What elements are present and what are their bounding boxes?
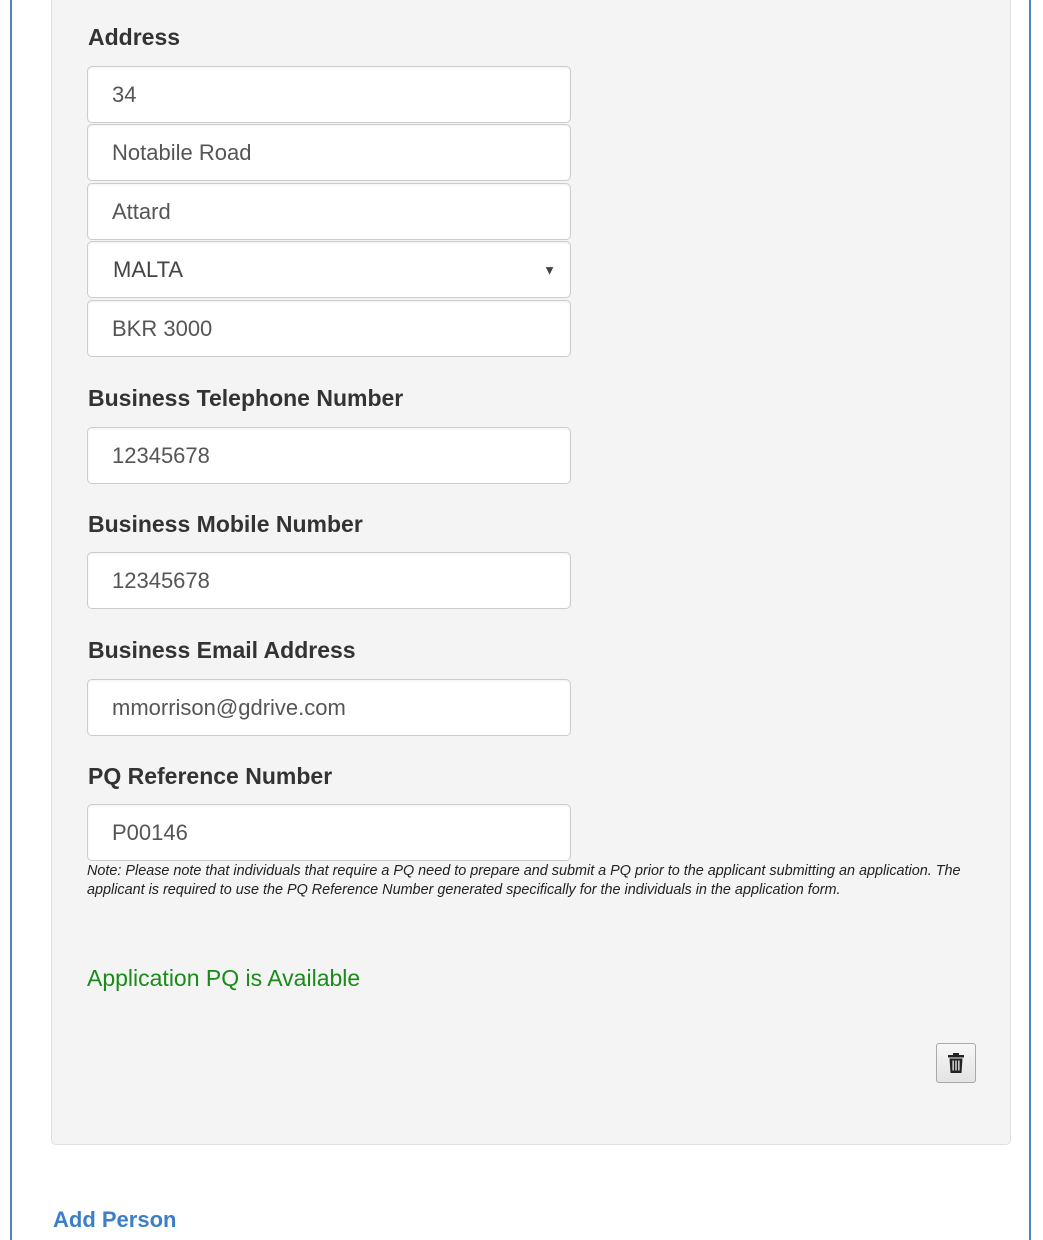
address-line-1-input[interactable]: 34 <box>87 66 571 123</box>
chevron-down-icon: ▼ <box>543 262 556 277</box>
delete-person-button[interactable] <box>936 1043 976 1083</box>
mobile-label: Business Mobile Number <box>88 511 363 537</box>
pq-status-message: Application PQ is Available <box>87 965 361 991</box>
mobile-input[interactable]: 12345678 <box>87 552 571 609</box>
address-line-2-value: Notabile Road <box>112 139 252 165</box>
email-label: Business Email Address <box>88 637 356 663</box>
telephone-value: 12345678 <box>112 442 210 468</box>
address-line-2-input[interactable]: Notabile Road <box>87 124 571 181</box>
pq-note: Note: Please note that individuals that … <box>87 863 961 898</box>
pq-reference-label: PQ Reference Number <box>88 763 333 789</box>
address-locality-value: Attard <box>112 198 171 224</box>
country-select[interactable]: MALTA ▼ <box>87 241 571 298</box>
telephone-label: Business Telephone Number <box>88 385 404 411</box>
address-label: Address <box>88 24 181 50</box>
address-line-1-value: 34 <box>112 81 137 107</box>
pq-reference-value: P00146 <box>112 819 188 845</box>
add-person-link[interactable]: Add Person <box>53 1207 176 1233</box>
postcode-input[interactable]: BKR 3000 <box>87 300 571 357</box>
telephone-input[interactable]: 12345678 <box>87 427 571 484</box>
email-value: mmorrison@gdrive.com <box>112 694 346 720</box>
pq-reference-input[interactable]: P00146 <box>87 804 571 861</box>
country-select-value: MALTA <box>113 256 184 282</box>
email-input[interactable]: mmorrison@gdrive.com <box>87 679 571 736</box>
mobile-value: 12345678 <box>112 567 210 593</box>
address-locality-input[interactable]: Attard <box>87 183 571 240</box>
postcode-value: BKR 3000 <box>112 315 213 341</box>
trash-icon <box>948 1053 964 1073</box>
